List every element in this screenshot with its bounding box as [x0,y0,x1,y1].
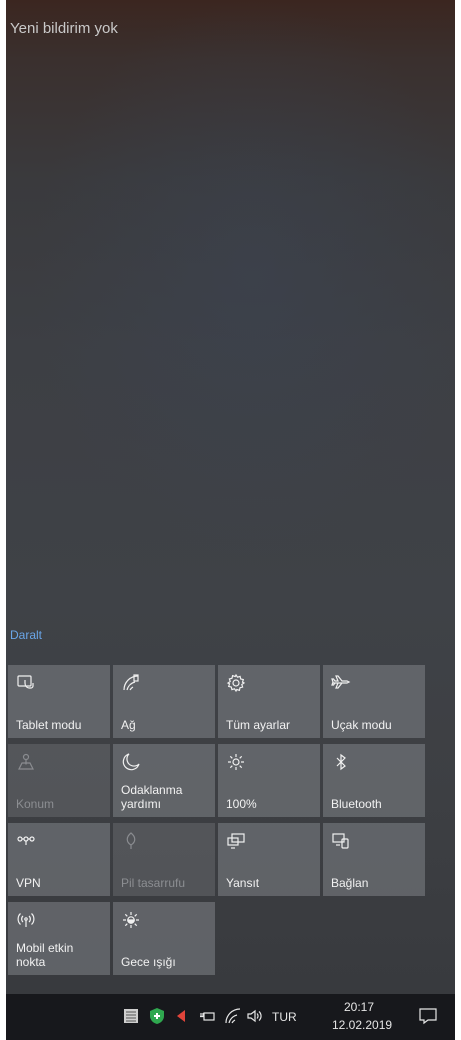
action-center-panel: Yeni bildirim yok Daralt Tablet modu Ağ … [6,0,455,994]
tile-network[interactable]: Ağ [113,665,215,738]
power-plug-icon[interactable] [198,1007,216,1025]
taskbar: TUR 20:17 12.02.2019 [6,994,455,1040]
language-indicator[interactable]: TUR [272,1010,297,1024]
tile-label: Mobil etkin nokta [16,941,74,969]
tile-label: Pil tasarrufu [121,876,186,890]
tile-vpn[interactable]: VPN [8,823,110,896]
moon-icon [121,752,141,772]
tile-airplane-mode[interactable]: Uçak modu [323,665,425,738]
tile-connect[interactable]: Bağlan [323,823,425,896]
app-icon[interactable] [122,1007,140,1025]
tile-focus-assist[interactable]: Odaklanma yardımı [113,744,215,817]
network-icon [121,673,141,693]
tile-label: Konum [16,797,55,811]
tile-label: Bağlan [331,876,369,890]
connect-icon [331,831,351,851]
tile-brightness[interactable]: 100% [218,744,320,817]
tile-label: Ağ [121,718,136,732]
clock-time[interactable]: 20:17 [344,1000,374,1014]
airplane-icon [331,673,351,693]
tile-label: Tüm ayarlar [226,718,291,732]
wifi-icon[interactable] [224,1007,242,1025]
tile-battery-saver[interactable]: Pil tasarrufu [113,823,215,896]
tile-label: Tablet modu [16,718,82,732]
tile-label: Gece ışığı [121,955,176,969]
tile-bluetooth[interactable]: Bluetooth [323,744,425,817]
tile-label: Odaklanma yardımı [121,783,183,811]
no-notifications-text: Yeni bildirim yok [10,20,118,37]
tile-project[interactable]: Yansıt [218,823,320,896]
settings-gear-icon [226,673,246,693]
action-center-icon[interactable] [418,1006,438,1026]
vpn-icon [16,831,36,851]
clock-date[interactable]: 12.02.2019 [332,1018,392,1032]
bluetooth-icon [331,752,351,772]
tile-mobile-hotspot[interactable]: Mobil etkin nokta [8,902,110,975]
tile-all-settings[interactable]: Tüm ayarlar [218,665,320,738]
brightness-icon [226,752,246,772]
tablet-mode-icon [16,673,36,693]
tile-tablet-mode[interactable]: Tablet modu [8,665,110,738]
desktop-frame: Yeni bildirim yok Daralt Tablet modu Ağ … [0,0,461,1040]
tile-label: Uçak modu [331,718,392,732]
battery-saver-icon [121,831,141,851]
tile-label: 100% [226,797,257,811]
tile-label: Yansıt [226,876,260,890]
tile-location[interactable]: Konum [8,744,110,817]
mobile-hotspot-icon [16,910,36,930]
tile-label: VPN [16,876,41,890]
tile-label: Bluetooth [331,797,382,811]
speaker-icon[interactable] [246,1007,264,1025]
collapse-link[interactable]: Daralt [10,628,42,642]
security-shield-icon[interactable] [148,1007,166,1025]
night-light-icon [121,910,141,930]
tile-night-light[interactable]: Gece ışığı [113,902,215,975]
location-icon [16,752,36,772]
red-arrow-icon[interactable] [172,1007,190,1025]
project-icon [226,831,246,851]
